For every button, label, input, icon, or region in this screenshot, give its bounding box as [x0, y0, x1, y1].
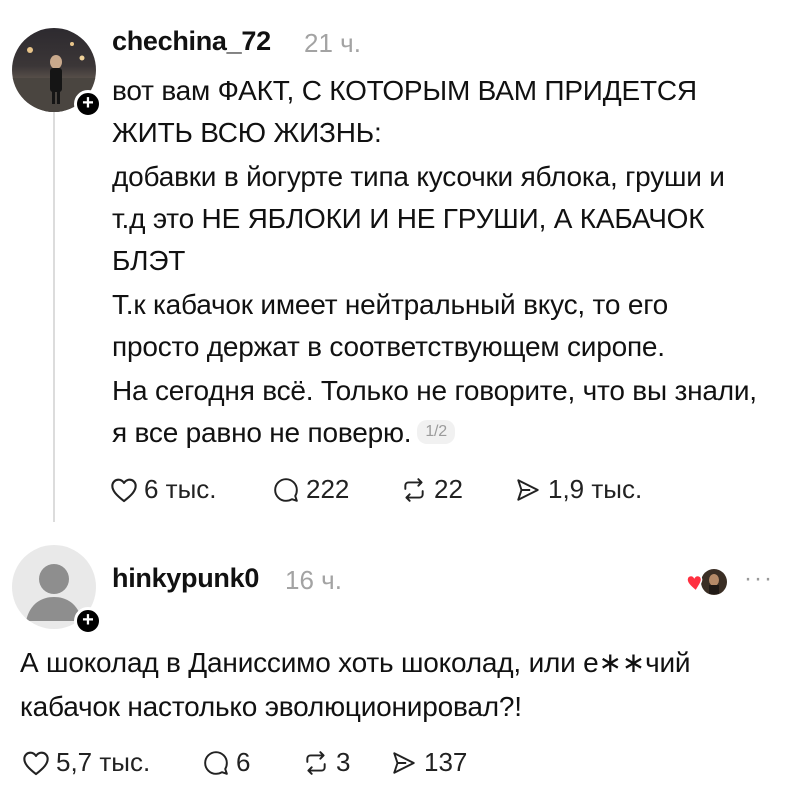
- repost-count: 22: [434, 474, 463, 504]
- post-time: 21 ч.: [304, 28, 361, 58]
- share-count: 1,9 тыс.: [548, 474, 643, 504]
- username[interactable]: chechina_72: [112, 26, 271, 57]
- avatar[interactable]: +: [12, 545, 102, 635]
- post-paragraph: Т.к кабачок имеет нейтральный вкус, то е…: [112, 289, 668, 362]
- share-count: 137: [424, 747, 468, 777]
- avatar[interactable]: +: [12, 28, 102, 118]
- post-paragraph: вот вам ФАКТ, С КОТОРЫМ ВАМ ПРИДЕТСЯ ЖИТ…: [112, 75, 697, 148]
- thread-post: + chechina_72 21 ч. вот вам ФАКТ, С КОТО…: [0, 0, 796, 525]
- liked-by-author-icon: [686, 569, 727, 595]
- page-counter: 1/2: [417, 419, 455, 444]
- post-paragraph: добавки в йогурте типа кусочки яблока, г…: [112, 161, 725, 276]
- comment-count: 6: [236, 747, 251, 777]
- post-paragraph: На сегодня всё. Только не говорите, что …: [112, 370, 762, 454]
- plus-icon[interactable]: +: [74, 90, 102, 118]
- more-icon[interactable]: ···: [744, 565, 774, 593]
- plus-icon[interactable]: +: [74, 607, 102, 635]
- comment-icon: [204, 750, 228, 775]
- like-count: 5,7 тыс.: [56, 747, 151, 777]
- repost-icon: [404, 477, 424, 502]
- reply-post: + hinkypunk0 16 ч. ··· А шоколад в Данис…: [0, 525, 796, 800]
- thread-line: [53, 112, 55, 522]
- comment-icon: [274, 477, 298, 502]
- repost-button[interactable]: 3: [302, 747, 390, 778]
- comment-button[interactable]: 6: [202, 747, 302, 778]
- heart-icon: [23, 751, 49, 775]
- share-button[interactable]: 137: [390, 747, 467, 778]
- reply-text: А шоколад в Даниссимо хоть шоколад, или …: [20, 647, 691, 722]
- share-icon: [517, 478, 539, 501]
- like-count: 6 тыс.: [144, 474, 217, 504]
- repost-button[interactable]: 22: [400, 474, 514, 505]
- repost-count: 3: [336, 747, 351, 777]
- heart-icon: [111, 478, 137, 502]
- like-button[interactable]: 6 тыс.: [110, 474, 272, 505]
- repost-icon: [306, 750, 326, 775]
- post-time: 16 ч.: [285, 565, 342, 595]
- comment-button[interactable]: 222: [272, 474, 400, 505]
- username[interactable]: hinkypunk0: [112, 563, 259, 594]
- post-text: вот вам ФАКТ, С КОТОРЫМ ВАМ ПРИДЕТСЯ ЖИТ…: [112, 70, 762, 454]
- comment-count: 222: [306, 474, 350, 504]
- action-bar: 5,7 тыс. 6 3 137: [22, 747, 467, 778]
- share-button[interactable]: 1,9 тыс.: [514, 474, 642, 505]
- share-icon: [393, 751, 415, 774]
- action-bar: 6 тыс. 222 22 1,9 тыс.: [110, 474, 642, 505]
- like-button[interactable]: 5,7 тыс.: [22, 747, 202, 778]
